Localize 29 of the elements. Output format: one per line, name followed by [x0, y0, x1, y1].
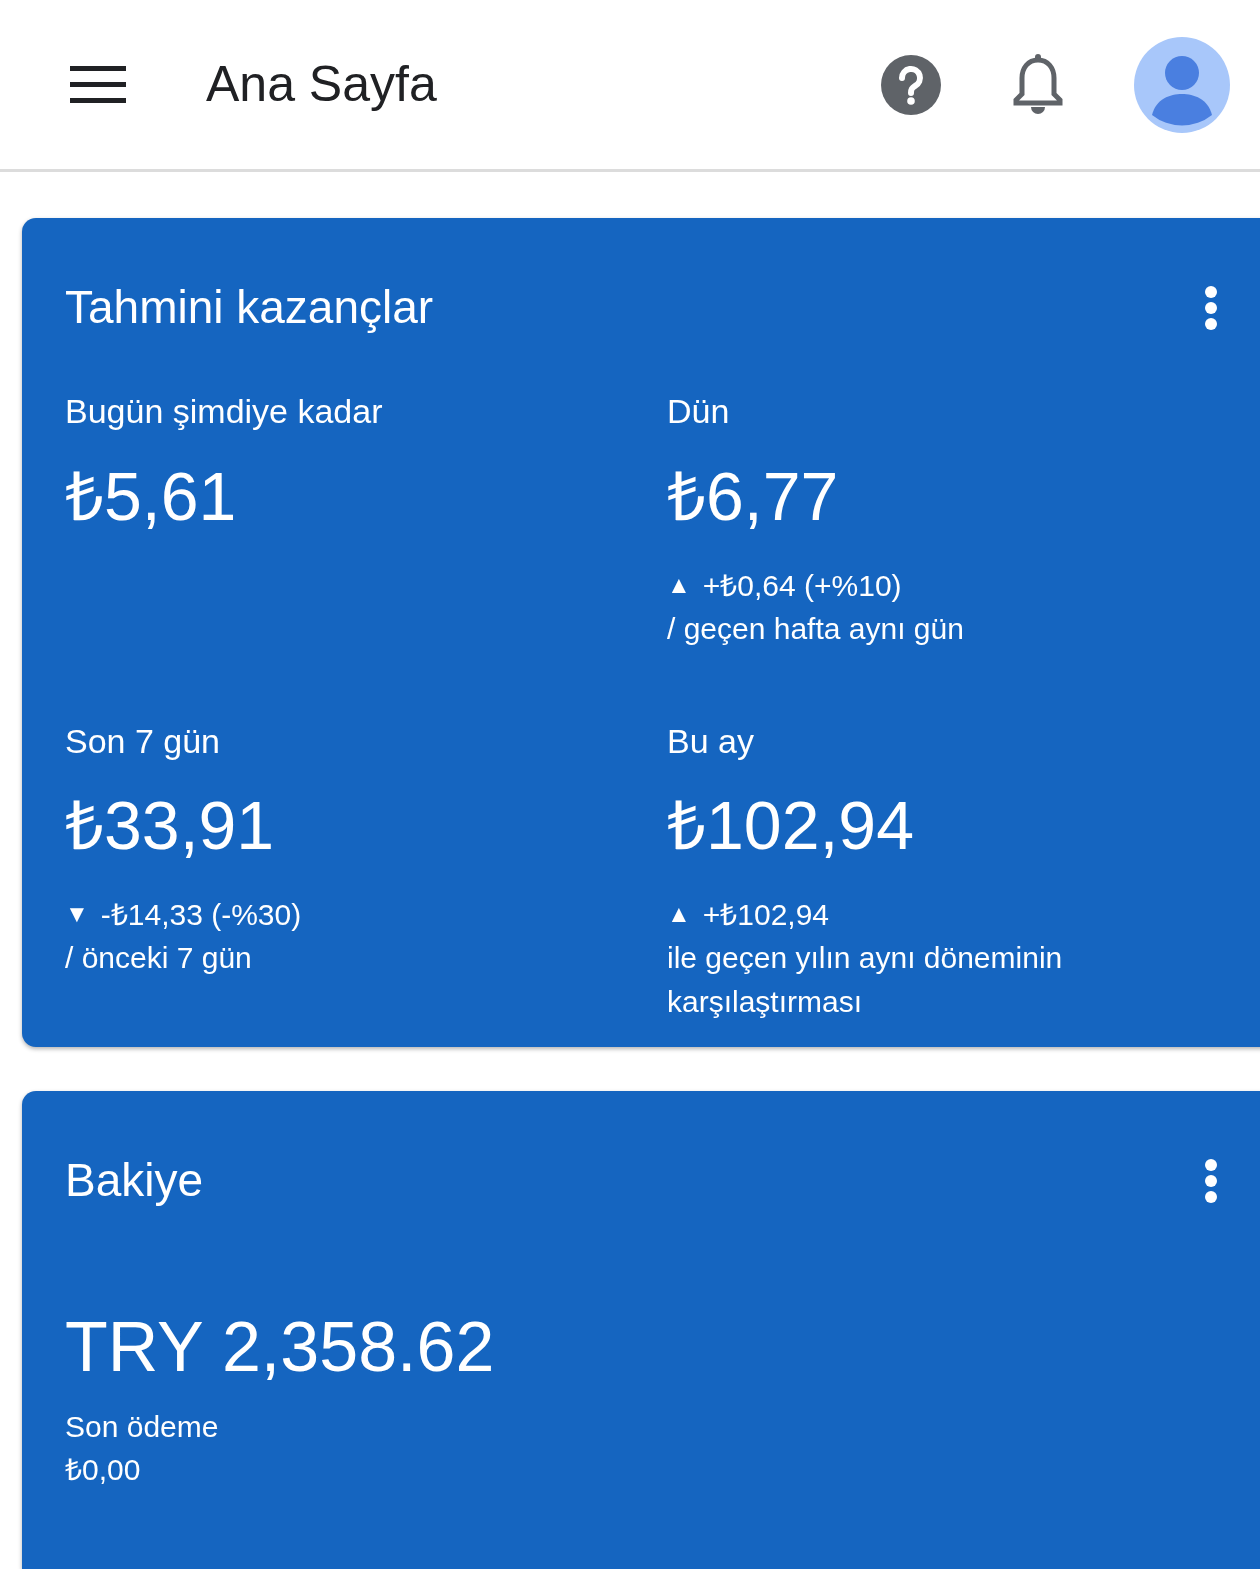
metric-label: Bu ay: [667, 720, 755, 762]
comparison-note: ile geçen yılın aynı döneminin karşılaştırması: [667, 940, 1064, 1020]
page-title: Ana Sayfa: [206, 55, 437, 114]
card-title: Bakiye: [65, 1153, 204, 1209]
trend-arrow: ▲: [667, 569, 691, 600]
balance-amount: TRY 2,358.62: [65, 1306, 496, 1388]
change-amount: -₺14,33 (-%30): [100, 896, 302, 933]
help-icon[interactable]: [880, 53, 942, 116]
more-options-icon[interactable]: [1204, 1158, 1218, 1205]
trend-arrow: ▼: [65, 899, 89, 930]
more-options-icon[interactable]: [1204, 284, 1218, 331]
avatar-icon[interactable]: [1134, 36, 1230, 133]
comparison-note: / önceki 7 gün: [65, 940, 253, 977]
metric-value: ₺6,77: [667, 457, 840, 536]
notification-bell-icon[interactable]: [1012, 53, 1064, 116]
menu-icon[interactable]: [70, 65, 126, 104]
metric-label: Bugün şimdiye kadar: [65, 391, 384, 432]
metric-label: Dün: [667, 391, 731, 432]
metric-label: Son 7 gün: [65, 720, 222, 762]
metric-value: ₺102,94: [667, 786, 915, 866]
payment-label: Son ödeme: [65, 1408, 220, 1445]
metric-value: ₺5,61: [65, 457, 238, 536]
card-title: Tahmini kazançlar: [65, 280, 434, 335]
change-amount: +₺0,64 (+%10): [702, 567, 902, 604]
metric-value: ₺33,91: [65, 786, 276, 866]
trend-arrow: ▲: [667, 899, 691, 930]
payment-value: ₺0,00: [65, 1452, 142, 1489]
change-amount: +₺102,94: [702, 896, 830, 933]
comparison-note: / geçen hafta aynı gün: [667, 611, 965, 648]
